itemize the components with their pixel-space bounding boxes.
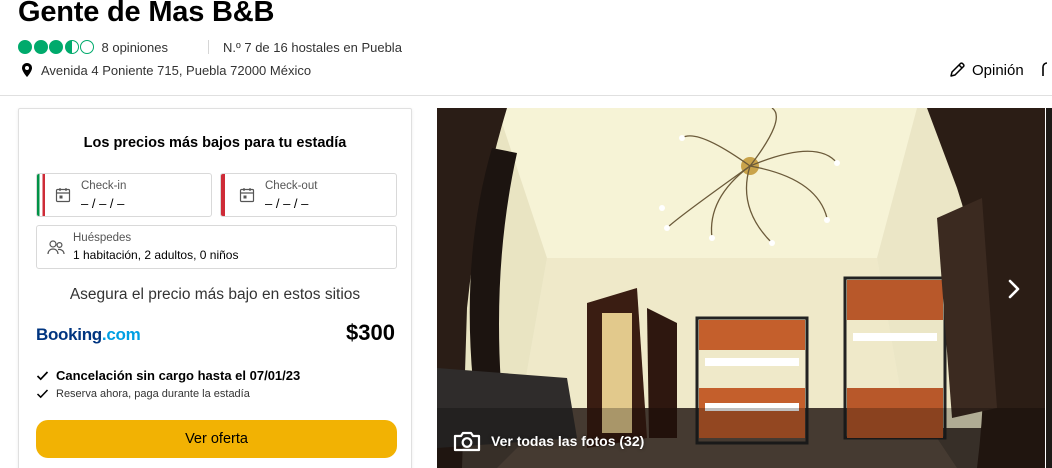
pencil-icon: [950, 62, 965, 77]
write-review-button[interactable]: Opinión: [948, 61, 1024, 79]
rating-bubble-empty: [80, 40, 94, 54]
checkin-flag-stripe: [37, 174, 45, 216]
checkmark-icon: [36, 371, 49, 381]
guests-label: Huéspedes: [73, 232, 132, 244]
header-divider: [0, 95, 1052, 96]
checkout-field[interactable]: Check-out – / – / –: [220, 173, 397, 217]
checkin-value: – / – / –: [81, 196, 125, 211]
checkout-flag-stripe: [221, 174, 229, 216]
checkin-label: Check-in: [81, 180, 127, 192]
calendar-icon: [239, 188, 255, 203]
checkmark-icon: [36, 389, 49, 399]
write-review-label: Opinión: [972, 61, 1024, 79]
hotel-photo[interactable]: Ver todas las fotos (32): [437, 108, 1045, 468]
rating-bubble-full: [18, 40, 32, 54]
provider-price[interactable]: $300: [346, 320, 395, 346]
location-pin-icon: [22, 63, 32, 77]
free-cancellation-text: Cancelación sin cargo hasta el 07/01/23: [56, 368, 301, 383]
hostel-room-photo: [437, 108, 1045, 468]
rating-bubble-full: [49, 40, 63, 54]
guests-field[interactable]: Huéspedes 1 habitación, 2 adultos, 0 niñ…: [36, 225, 397, 269]
guests-value: 1 habitación, 2 adultos, 0 niños: [73, 248, 239, 262]
people-icon: [47, 240, 65, 255]
see-all-photos-button[interactable]: Ver todas las fotos (32): [453, 430, 644, 452]
checkout-label: Check-out: [265, 180, 318, 192]
provider-logo-main: Booking: [36, 325, 102, 344]
chevron-right-icon[interactable]: [999, 274, 1029, 304]
rating-row: 8 opiniones N.º 7 de 16 hostales en Pueb…: [18, 39, 402, 55]
provider-logo-suffix: .com: [101, 325, 141, 344]
pay-later-text: Reserva ahora, paga durante la estadía: [56, 387, 250, 400]
address-text: Avenida 4 Poniente 715, Puebla 72000 Méx…: [41, 62, 312, 78]
address-row[interactable]: Avenida 4 Poniente 715, Puebla 72000 Méx…: [20, 62, 311, 78]
rating-bubble-half: [64, 40, 79, 54]
checkout-value: – / – / –: [265, 196, 309, 211]
booking-card-title: Los precios más bajos para tu estadía: [83, 135, 347, 151]
secure-price-text: Asegura el precio más bajo en estos siti…: [69, 286, 361, 303]
rating-bubble-full: [33, 40, 48, 54]
reviews-count-link[interactable]: 8 opiniones: [102, 40, 169, 55]
view-deal-button[interactable]: Ver oferta: [36, 420, 397, 458]
pay-later-feature: Reserva ahora, paga durante la estadía: [36, 387, 250, 400]
ranking-link[interactable]: N.º 7 de 16 hostales en Puebla: [223, 40, 402, 55]
calendar-icon: [55, 188, 71, 203]
camera-icon: [453, 431, 481, 452]
next-photo-preview: [1046, 108, 1052, 468]
share-icon[interactable]: [1041, 62, 1052, 78]
free-cancellation-feature: Cancelación sin cargo hasta el 07/01/23: [36, 368, 300, 383]
divider: [208, 40, 209, 54]
checkin-field[interactable]: Check-in – / – / –: [36, 173, 212, 217]
see-all-photos-label: Ver todas las fotos (32): [491, 433, 645, 449]
hotel-title: Gente de Mas B&B: [18, 0, 275, 28]
provider-logo[interactable]: Booking.com: [36, 325, 141, 345]
booking-card: Los precios más bajos para tu estadía Ch…: [18, 108, 412, 468]
